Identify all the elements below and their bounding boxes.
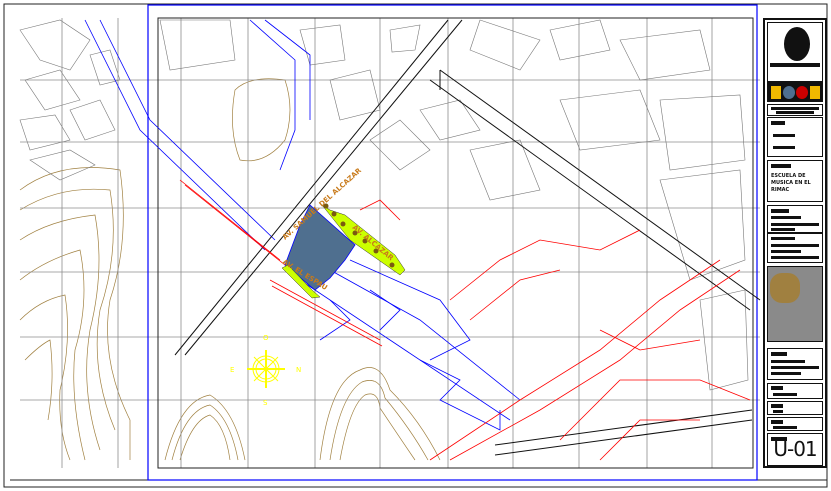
university-seal-logo — [784, 27, 810, 61]
university-name-cell — [767, 104, 823, 116]
site-plan: AV. SAMUEL DEL ALCAZAR AV. ALCAZAR AV. E… — [3, 3, 828, 488]
advisors-cell — [767, 205, 823, 233]
terrain-contours-left — [19, 167, 131, 461]
sheet-number-cell: U-01 — [767, 433, 823, 466]
sheet-code: U-01 — [773, 437, 817, 461]
project-cell: ESCUELA DE MUSICA EN EL RIMAC — [767, 160, 823, 202]
coordinate-grid — [20, 18, 760, 468]
location-map-thumbnail — [767, 266, 823, 342]
drawing-frame — [157, 17, 754, 469]
drawn-by-cell — [767, 417, 823, 431]
date-cell — [767, 383, 823, 399]
faculty-logo — [767, 82, 823, 102]
logo-cell — [767, 22, 823, 82]
sheet-info-cell — [767, 401, 823, 415]
main-roads — [174, 19, 761, 456]
course-cell — [767, 233, 823, 263]
compass-label-north: N — [296, 366, 301, 374]
compass-label-east: E — [230, 366, 234, 374]
red-proposed-lines — [179, 179, 751, 461]
urban-blocks-left — [19, 19, 121, 181]
scale-cell — [767, 348, 823, 380]
north-arrow-compass — [247, 350, 285, 388]
cad-drawing-sheet: AV. SAMUEL DEL ALCAZAR AV. ALCAZAR AV. E… — [0, 0, 831, 491]
authors-cell — [767, 117, 823, 157]
compass-label-west: O — [263, 334, 269, 342]
project-title: ESCUELA DE MUSICA EN EL RIMAC — [771, 173, 811, 193]
title-block: ESCUELA DE MUSICA EN EL RIMAC U-01 — [763, 18, 827, 468]
compass-label-south: S — [263, 399, 268, 407]
